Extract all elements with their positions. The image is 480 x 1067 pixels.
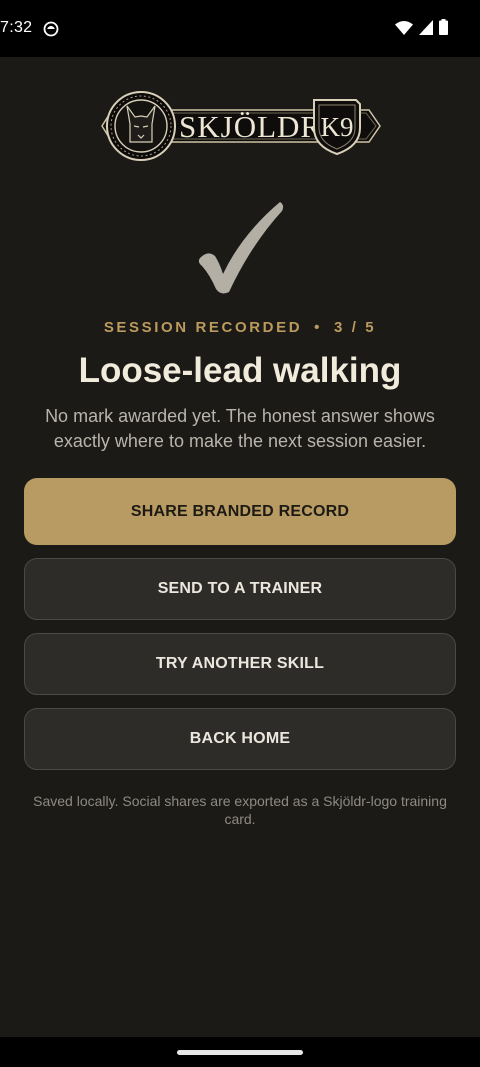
status-bar: 7:32 [0,0,480,57]
cell-signal-icon [419,19,433,35]
session-progress: 3 / 5 [333,319,377,336]
send-to-trainer-button[interactable]: SEND TO A TRAINER [24,558,456,620]
home-gesture-handle[interactable] [177,1050,303,1055]
result-message: No mark awarded yet. The honest answer s… [45,406,435,451]
skill-title: Loose-lead walking [78,351,402,390]
wifi-icon [395,20,413,35]
session-status: SESSION RECORDED • 3 / 5 [0,319,480,336]
share-branded-record-button[interactable]: SHARE BRANDED RECORD [24,478,456,545]
battery-icon [439,19,448,35]
skjoldr-k9-logo: SKJÖLDR K9 [101,91,381,161]
app-notification-icon [43,21,59,37]
status-icons [395,19,448,35]
logo-badge-text: K9 [321,112,354,142]
footnote: Saved locally. Social shares are exporte… [33,793,447,827]
back-home-button[interactable]: BACK HOME [24,708,456,770]
checkmark-icon [198,202,284,294]
try-another-skill-button[interactable]: TRY ANOTHER SKILL [24,633,456,695]
separator-dot: • [314,319,322,336]
logo-text: SKJÖLDR [179,109,322,144]
navigation-bar [0,1037,480,1067]
session-label: SESSION RECORDED [103,319,303,336]
status-time: 7:32 [0,19,33,36]
